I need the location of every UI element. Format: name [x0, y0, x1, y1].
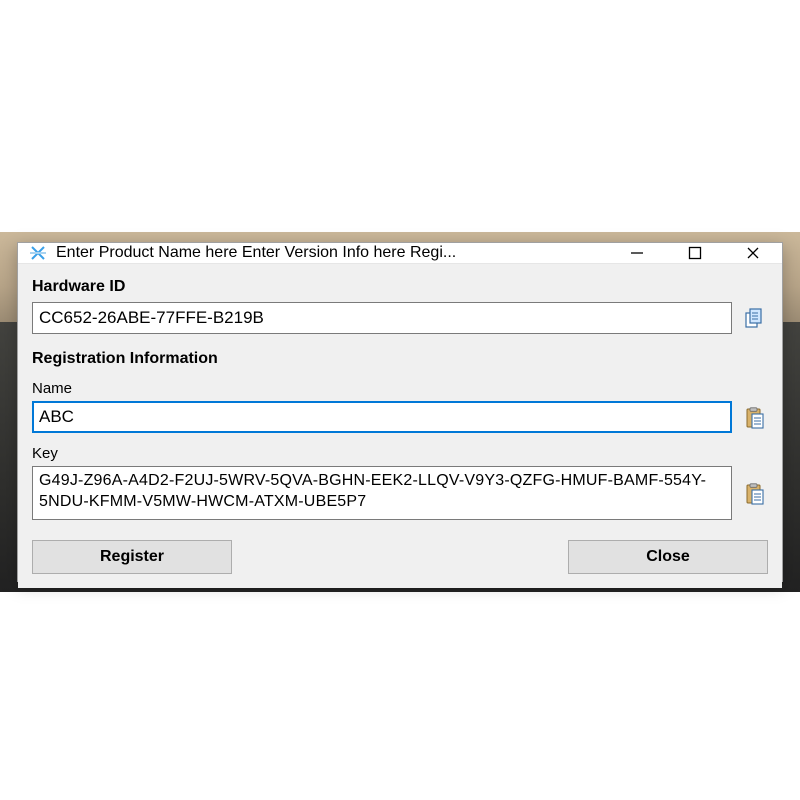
hardware-id-heading: Hardware ID	[32, 278, 768, 296]
app-icon	[28, 243, 48, 263]
paste-icon[interactable]	[744, 483, 764, 508]
minimize-button[interactable]	[608, 243, 666, 263]
key-input[interactable]	[32, 466, 732, 520]
registration-dialog: Enter Product Name here Enter Version In…	[17, 242, 783, 582]
hardware-id-input[interactable]	[32, 302, 732, 334]
key-label: Key	[32, 445, 768, 462]
register-button[interactable]: Register	[32, 540, 232, 574]
maximize-button[interactable]	[666, 243, 724, 263]
close-button[interactable]: Close	[568, 540, 768, 574]
copy-icon[interactable]	[744, 308, 764, 333]
name-input[interactable]	[32, 401, 732, 433]
name-label: Name	[32, 380, 768, 397]
close-window-button[interactable]	[724, 243, 782, 263]
window-title: Enter Product Name here Enter Version In…	[56, 244, 608, 262]
paste-icon[interactable]	[744, 407, 764, 432]
registration-heading: Registration Information	[32, 350, 768, 368]
titlebar[interactable]: Enter Product Name here Enter Version In…	[18, 243, 782, 264]
